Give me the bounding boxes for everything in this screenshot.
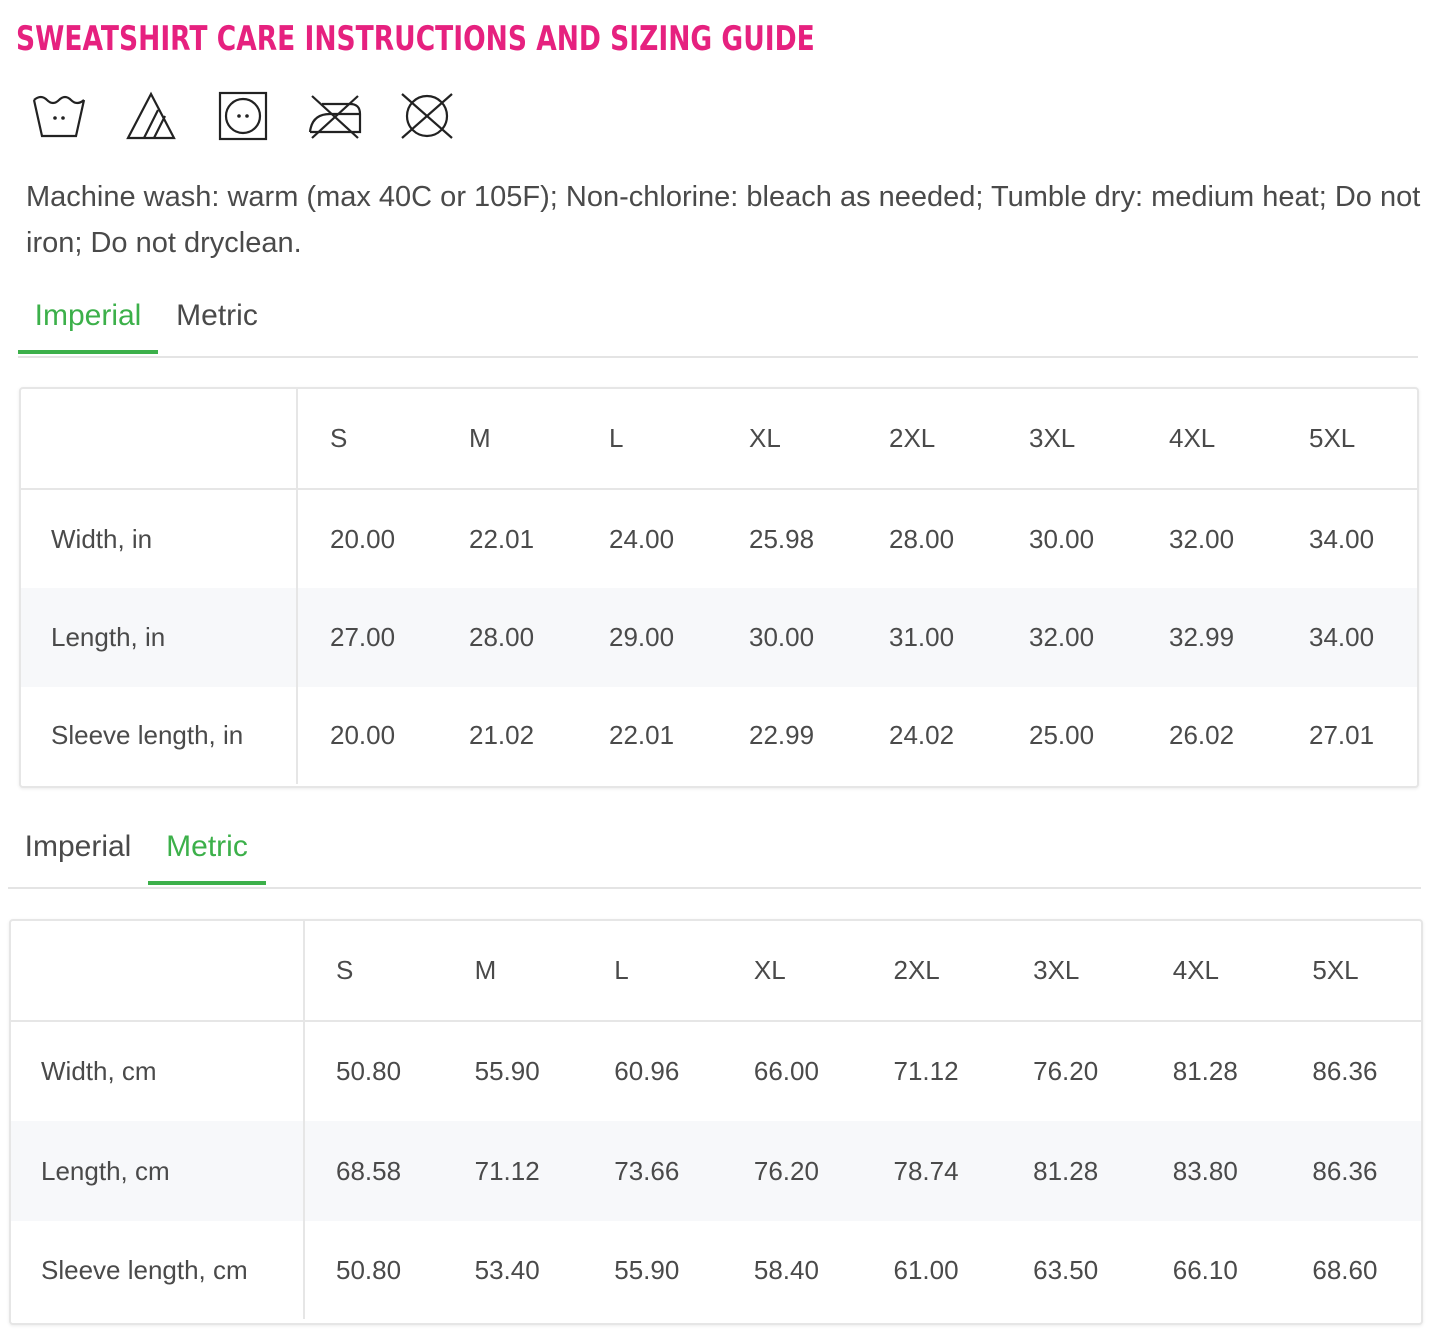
table-cell: 25.00: [1029, 720, 1095, 750]
table-row: Width, in 20.00 22.01 24.00 25.98 28.00 …: [21, 489, 1417, 588]
size-header: M: [469, 423, 491, 453]
table-cell: 76.20: [1033, 1056, 1099, 1086]
table-cell: 22.01: [609, 720, 675, 750]
table-cell: 68.60: [1312, 1254, 1378, 1285]
table-cell: 20.00: [330, 523, 396, 554]
table-cell: 86.36: [1312, 1056, 1378, 1086]
table-cell: 53.40: [474, 1254, 540, 1285]
table-cell: 32.00: [1029, 622, 1095, 652]
page-title: SWEATSHIRT CARE INSTRUCTIONS AND SIZING …: [16, 19, 815, 59]
table-cell: 86.36: [1312, 1155, 1378, 1186]
do-not-iron-icon: [306, 88, 364, 144]
table-cell: 32.00: [1169, 523, 1235, 554]
size-header: M: [474, 955, 497, 985]
table-cell: 34.00: [1309, 523, 1375, 554]
table-cell: 83.80: [1172, 1155, 1238, 1186]
table-header-row: S M L XL 2XL 3XL 4XL 5XL: [11, 921, 1421, 1021]
size-header: 3XL: [1033, 955, 1080, 985]
table-cell: 71.12: [893, 1056, 959, 1086]
size-header: XL: [749, 423, 781, 453]
row-label: Length, in: [21, 588, 298, 687]
size-header: 4XL: [1169, 423, 1216, 453]
tab-imperial[interactable]: Imperial: [8, 817, 148, 885]
table-cell: 50.80: [336, 1254, 402, 1285]
care-instructions-text: Machine wash: warm (max 40C or 105F); No…: [26, 181, 1421, 259]
table-row: Width, cm 50.80 55.90 60.96 66.00 71.12 …: [11, 1021, 1421, 1121]
care-icons-row: [30, 88, 456, 144]
size-table-imperial: S M L XL 2XL 3XL 4XL 5XL Width, in 20.00…: [19, 387, 1419, 788]
row-label: Width, in: [21, 489, 298, 588]
size-header: 2XL: [893, 955, 940, 985]
table-cell: 28.00: [469, 622, 535, 652]
size-header: L: [614, 955, 629, 985]
table-cell: 71.12: [474, 1155, 540, 1186]
table-cell: 68.58: [336, 1155, 402, 1186]
table-cell: 27.00: [330, 622, 396, 652]
table-cell: 22.99: [749, 720, 815, 750]
table-row: Sleeve length, in 20.00 21.02 22.01 22.9…: [21, 687, 1417, 784]
table-corner-cell: [11, 921, 305, 1021]
size-header: 5XL: [1312, 955, 1359, 985]
size-header: S: [330, 423, 348, 453]
table-cell: 31.00: [889, 622, 955, 652]
table-cell: 27.01: [1309, 720, 1375, 750]
table-cell: 61.00: [893, 1254, 959, 1285]
table-cell: 66.00: [753, 1056, 819, 1086]
table-cell: 50.80: [336, 1056, 402, 1086]
table-row: Sleeve length, cm 50.80 53.40 55.90 58.4…: [11, 1221, 1421, 1319]
size-header: 3XL: [1029, 423, 1076, 453]
table-cell: 20.00: [330, 720, 396, 750]
table-cell: 73.66: [614, 1155, 680, 1186]
size-header: 5XL: [1309, 423, 1356, 453]
table-cell: 24.02: [889, 720, 955, 750]
unit-tabs-imperial-section: Imperial Metric: [18, 286, 1418, 358]
table-cell: 29.00: [609, 622, 675, 652]
tab-imperial[interactable]: Imperial: [18, 286, 158, 354]
tab-metric[interactable]: Metric: [158, 286, 276, 354]
size-header: 2XL: [889, 423, 936, 453]
table-cell: 30.00: [749, 622, 815, 652]
table-cell: 55.90: [614, 1254, 680, 1285]
row-label: Sleeve length, in: [21, 687, 298, 784]
table-cell: 76.20: [753, 1155, 819, 1186]
table-cell: 26.02: [1169, 720, 1235, 750]
table-cell: 34.00: [1309, 622, 1375, 652]
table-cell: 30.00: [1029, 523, 1095, 554]
table-header-row: S M L XL 2XL 3XL 4XL 5XL: [21, 389, 1417, 489]
size-table-metric: S M L XL 2XL 3XL 4XL 5XL Width, cm 50.80…: [9, 919, 1423, 1325]
size-header: L: [609, 423, 624, 453]
row-label: Length, cm: [11, 1121, 305, 1221]
table-cell: 22.01: [469, 523, 535, 554]
table-cell: 21.02: [469, 720, 535, 750]
machine-wash-warm-icon: [30, 88, 88, 144]
table-cell: 58.40: [753, 1254, 819, 1285]
unit-tabs-metric-section: Imperial Metric: [8, 817, 1421, 889]
table-row: Length, cm 68.58 71.12 73.66 76.20 78.74…: [11, 1121, 1421, 1221]
table-cell: 25.98: [749, 523, 815, 554]
table-cell: 24.00: [609, 523, 675, 554]
row-label: Sleeve length, cm: [11, 1221, 305, 1319]
size-header: S: [336, 955, 354, 985]
table-cell: 28.00: [889, 523, 955, 554]
table-cell: 66.10: [1172, 1254, 1238, 1285]
table-cell: 78.74: [893, 1155, 959, 1186]
row-label: Width, cm: [11, 1021, 305, 1121]
table-cell: 55.90: [474, 1056, 540, 1086]
table-cell: 32.99: [1169, 622, 1235, 652]
table-cell: 81.28: [1033, 1155, 1099, 1186]
size-header: XL: [753, 955, 786, 985]
table-cell: 60.96: [614, 1056, 680, 1086]
table-corner-cell: [21, 389, 298, 489]
tumble-dry-medium-icon: [214, 88, 272, 144]
table-cell: 63.50: [1033, 1254, 1099, 1285]
size-header: 4XL: [1172, 955, 1220, 985]
tab-metric[interactable]: Metric: [148, 817, 266, 885]
do-not-dryclean-icon: [398, 88, 456, 144]
non-chlorine-bleach-icon: [122, 88, 180, 144]
table-cell: 81.28: [1172, 1056, 1238, 1086]
table-row: Length, in 27.00 28.00 29.00 30.00 31.00…: [21, 588, 1417, 687]
